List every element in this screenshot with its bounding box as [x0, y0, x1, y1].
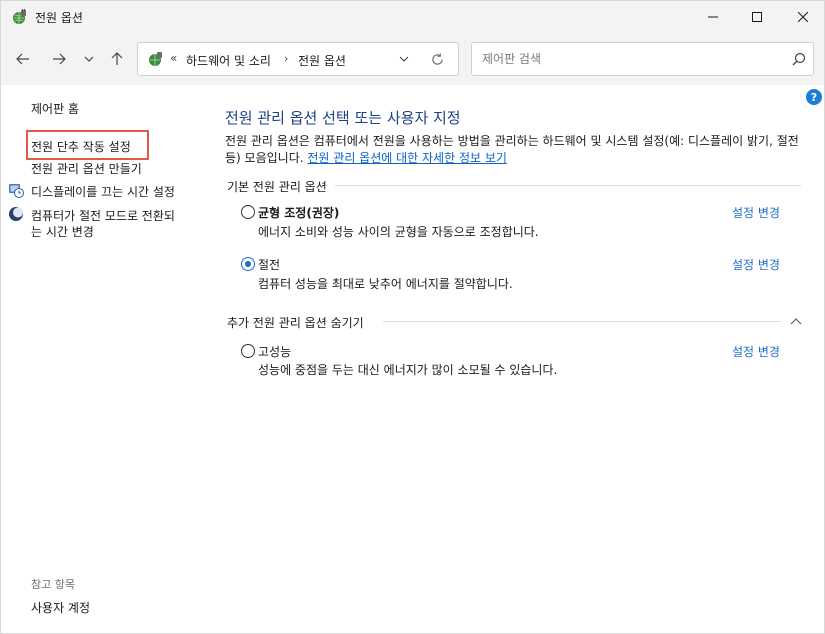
user-accounts-link[interactable]: 사용자 계정 — [31, 599, 90, 616]
search-icon[interactable] — [792, 52, 806, 66]
plan-radio-power-saver[interactable] — [241, 257, 255, 271]
display-clock-icon — [9, 184, 24, 198]
navigation-bar: « 하드웨어 및 소리 › 전원 옵션 — [1, 33, 824, 85]
moon-icon — [9, 207, 23, 221]
basic-plans-heading: 기본 전원 관리 옵션 — [227, 178, 333, 195]
section-divider — [335, 185, 801, 186]
see-also-heading: 참고 항목 — [31, 578, 75, 591]
plan-desc-power-saver: 컴퓨터 성능을 최대로 낮추어 에너지를 절약합니다. — [258, 277, 513, 291]
help-button[interactable]: ? — [806, 89, 822, 105]
maximize-icon — [752, 12, 762, 22]
change-settings-high-performance-link[interactable]: 설정 변경 — [732, 343, 780, 360]
display-off-time-link[interactable]: 디스플레이를 끄는 시간 설정 — [31, 183, 175, 200]
recent-locations-button[interactable] — [77, 49, 101, 69]
minimize-button[interactable] — [690, 1, 736, 33]
close-icon — [798, 12, 808, 22]
section-divider — [383, 321, 781, 322]
arrow-right-icon — [53, 53, 66, 65]
plan-name-balanced[interactable]: 균형 조정(권장) — [258, 204, 339, 221]
window-title: 전원 옵션 — [35, 11, 83, 25]
breadcrumb-hardware-sound[interactable]: 하드웨어 및 소리 — [186, 52, 271, 69]
chevron-up-icon[interactable] — [789, 315, 803, 327]
power-options-window: 전원 옵션 « 하드웨어 및 소리 › 전원 옵션 제어판 검색 ? 제어판 홈… — [0, 0, 825, 634]
page-description: 전원 관리 옵션은 컴퓨터에서 전원을 사용하는 방법을 관리하는 하드웨어 및… — [225, 133, 805, 167]
forward-button[interactable] — [47, 49, 71, 69]
change-settings-power-saver-link[interactable]: 설정 변경 — [732, 256, 780, 273]
plan-name-power-saver[interactable]: 절전 — [258, 256, 280, 273]
address-overflow[interactable]: « — [170, 51, 177, 65]
sleep-time-link-line2[interactable]: 는 시간 변경 — [31, 223, 94, 240]
plan-desc-high-performance: 성능에 중점을 두는 대신 에너지가 많이 소모될 수 있습니다. — [258, 363, 558, 377]
plan-desc-balanced: 에너지 소비와 성능 사이의 균형을 자동으로 조정합니다. — [258, 225, 539, 239]
breadcrumb-power-options[interactable]: 전원 옵션 — [298, 52, 346, 69]
plan-radio-high-performance[interactable] — [241, 344, 255, 358]
maximize-button[interactable] — [734, 1, 780, 33]
chevron-down-icon — [84, 56, 94, 62]
change-settings-balanced-link[interactable]: 설정 변경 — [732, 204, 780, 221]
power-plan-info-link[interactable]: 전원 관리 옵션에 대한 자세한 정보 보기 — [307, 151, 507, 165]
sleep-time-link-line1[interactable]: 컴퓨터가 절전 모드로 전환되 — [31, 207, 175, 224]
power-button-settings-link[interactable]: 전원 단추 작동 설정 — [31, 138, 131, 155]
search-box[interactable] — [471, 42, 814, 76]
chevron-down-icon — [399, 56, 409, 62]
address-bar[interactable]: « 하드웨어 및 소리 › 전원 옵션 — [137, 42, 459, 76]
arrow-up-icon — [111, 52, 123, 65]
plan-radio-balanced[interactable] — [241, 205, 255, 219]
create-power-plan-link[interactable]: 전원 관리 옵션 만들기 — [31, 160, 142, 177]
minimize-icon — [708, 16, 718, 18]
control-panel-home-link[interactable]: 제어판 홈 — [31, 100, 79, 117]
title-bar: 전원 옵션 — [1, 1, 824, 33]
address-dropdown-button[interactable] — [396, 51, 412, 67]
refresh-icon — [431, 52, 443, 65]
arrow-left-icon — [16, 53, 29, 65]
refresh-button[interactable] — [429, 51, 445, 67]
page-title: 전원 관리 옵션 선택 또는 사용자 지정 — [225, 109, 461, 127]
plan-name-high-performance[interactable]: 고성능 — [258, 343, 291, 360]
breadcrumb-separator[interactable]: › — [284, 52, 288, 65]
additional-plans-toggle[interactable]: 추가 전원 관리 옵션 숨기기 — [227, 314, 370, 331]
power-options-icon — [149, 52, 162, 66]
up-button[interactable] — [105, 49, 129, 69]
power-options-icon — [13, 9, 26, 24]
close-button[interactable] — [780, 1, 825, 33]
back-button[interactable] — [11, 49, 35, 69]
search-input[interactable] — [482, 51, 772, 67]
